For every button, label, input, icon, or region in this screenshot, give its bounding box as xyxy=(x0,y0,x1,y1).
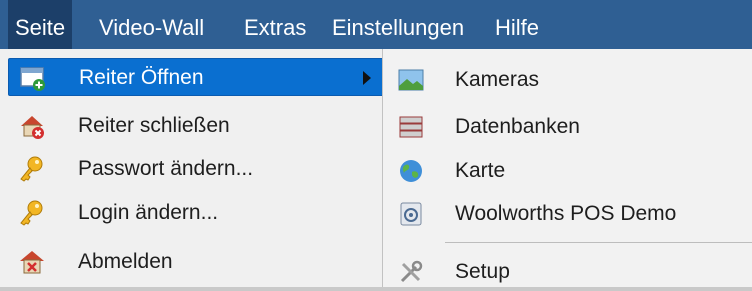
open-tab-icon xyxy=(20,67,45,91)
key-icon xyxy=(20,200,43,226)
close-tab-icon xyxy=(21,116,44,139)
camera-image-icon xyxy=(398,69,424,91)
menu-item-abmelden[interactable]: Abmelden xyxy=(8,243,386,281)
reiter-oeffnen-submenu: Kameras Datenbanken Karte Woolworths POS… xyxy=(382,49,752,287)
seite-dropdown-menu: Reiter Öffnen Reiter schließen Passwort … xyxy=(0,49,388,287)
menu-item-label: Woolworths POS Demo xyxy=(455,202,677,225)
menu-item-label: Reiter Öffnen xyxy=(79,66,204,89)
submenu-item-kameras[interactable]: Kameras xyxy=(387,61,748,99)
menu-hilfe[interactable]: Hilfe xyxy=(488,0,546,49)
submenu-arrow-icon xyxy=(363,71,371,85)
menu-item-label: Abmelden xyxy=(78,250,173,273)
logout-icon xyxy=(20,251,44,274)
menu-item-reiter-schliessen[interactable]: Reiter schließen xyxy=(8,107,386,145)
globe-icon xyxy=(400,160,422,182)
submenu-separator xyxy=(445,242,752,243)
pos-demo-icon xyxy=(400,202,422,226)
menu-item-login-aendern[interactable]: Login ändern... xyxy=(8,194,386,232)
submenu-item-karte[interactable]: Karte xyxy=(387,152,748,190)
submenu-item-setup[interactable]: Setup xyxy=(387,253,748,291)
menu-bar: Seite Video-Wall Extras Einstellungen Hi… xyxy=(0,0,752,49)
menu-item-label: Reiter schließen xyxy=(78,114,230,137)
menu-item-label: Login ändern... xyxy=(78,201,219,224)
tools-icon xyxy=(400,260,423,283)
menu-item-label: Passwort ändern... xyxy=(78,157,254,180)
menu-einstellungen[interactable]: Einstellungen xyxy=(325,0,471,49)
menu-item-label: Kameras xyxy=(455,68,540,91)
menu-item-label: Setup xyxy=(455,260,510,283)
submenu-item-datenbanken[interactable]: Datenbanken xyxy=(387,108,748,146)
submenu-item-woolworths-pos-demo[interactable]: Woolworths POS Demo xyxy=(387,195,748,233)
menu-item-reiter-oeffnen[interactable]: Reiter Öffnen xyxy=(8,58,386,96)
menu-item-label: Datenbanken xyxy=(455,115,580,138)
menu-extras[interactable]: Extras xyxy=(237,0,313,49)
menu-video-wall[interactable]: Video-Wall xyxy=(92,0,211,49)
menu-seite[interactable]: Seite xyxy=(8,0,73,49)
key-icon xyxy=(20,156,43,182)
menu-item-passwort-aendern[interactable]: Passwort ändern... xyxy=(8,150,386,188)
database-icon xyxy=(399,116,423,138)
menu-item-label: Karte xyxy=(455,159,506,182)
